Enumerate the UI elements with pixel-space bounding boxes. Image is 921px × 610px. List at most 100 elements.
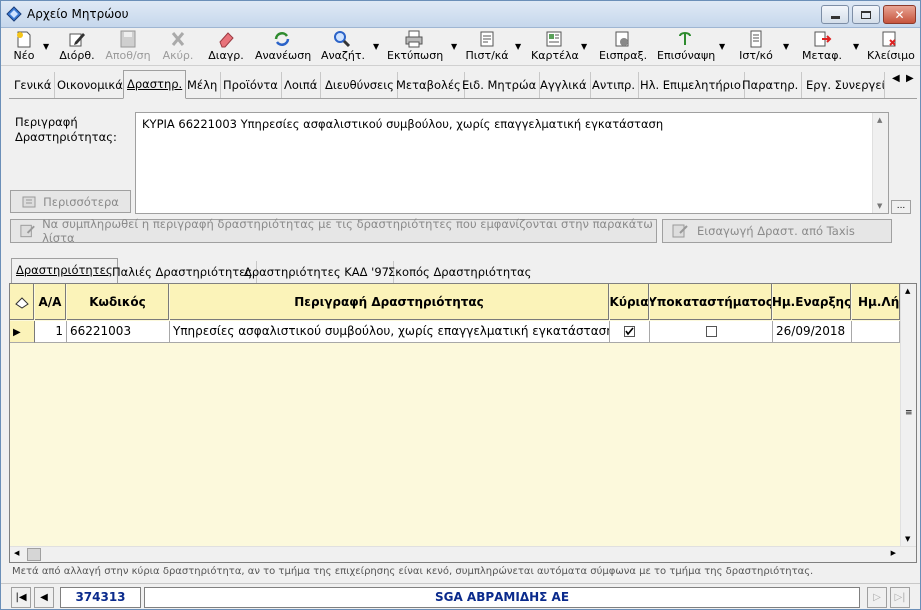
first-record-icon: |◀	[15, 592, 27, 603]
grid-horizontal-thumb[interactable]	[27, 548, 41, 561]
grid-scroll-down-icon[interactable]: ▼	[905, 535, 910, 543]
minimize-button[interactable]	[821, 5, 849, 24]
main-activity-checkbox[interactable]	[624, 326, 635, 337]
edit-button[interactable]: Διόρθ.	[59, 28, 95, 65]
tab-addresses[interactable]: Διευθύνσεις	[322, 72, 398, 98]
transfer-dropdown-icon[interactable]: ▼	[853, 42, 859, 51]
save-button[interactable]: Αποθ/ση	[105, 28, 151, 65]
tab-old-activities[interactable]: Παλιές Δραστηριότητες	[108, 261, 258, 283]
print-button[interactable]: Εκτύπωση	[387, 28, 443, 65]
row-indicator[interactable]: ▶	[10, 321, 35, 343]
grid-corner[interactable]	[10, 284, 34, 320]
history-icon	[750, 30, 762, 48]
cell-description[interactable]: Υπηρεσίες ασφαλιστικού συμβούλου, χωρίς …	[170, 321, 610, 343]
maximize-button[interactable]	[852, 5, 880, 24]
next-record-icon: ▷	[873, 592, 881, 603]
search-icon	[334, 31, 351, 48]
column-header-branch[interactable]: Υποκαταστήματος	[650, 284, 772, 320]
tab-kad97-activities[interactable]: Δραστηριότητες ΚΑΔ '97	[240, 261, 394, 283]
cell-aa[interactable]: 1	[35, 321, 67, 343]
cell-branch[interactable]	[650, 321, 773, 343]
tab-workshops[interactable]: Εργ. Συνεργεί	[803, 72, 885, 98]
column-header-description[interactable]: Περιγραφή Δραστηριότητας	[170, 284, 609, 320]
tab-general[interactable]: Γενικά	[11, 72, 56, 98]
tab-products[interactable]: Προϊόντα	[220, 72, 282, 98]
search-button[interactable]: Αναζήτ.	[321, 28, 365, 65]
tab-representatives[interactable]: Αντιπρ.	[589, 72, 639, 98]
tab-english[interactable]: Αγγλικά	[537, 72, 591, 98]
import-from-taxis-button[interactable]: Εισαγωγή Δραστ. από Taxis	[662, 219, 892, 243]
new-dropdown-icon[interactable]: ▼	[43, 42, 49, 51]
fill-description-button[interactable]: Να συμπληρωθεί η περιγραφή δραστηριότητα…	[10, 217, 657, 245]
cell-end-date[interactable]	[852, 321, 900, 343]
first-record-button[interactable]: |◀	[11, 587, 31, 608]
column-header-end-date[interactable]: Ημ.Λήξ	[852, 284, 900, 320]
refresh-button[interactable]: Ανανέωση	[255, 28, 311, 65]
close-icon	[882, 31, 896, 47]
card-dropdown-icon[interactable]: ▼	[581, 42, 587, 51]
description-ellipsis-button[interactable]: ...	[891, 200, 911, 214]
certificate-icon	[480, 31, 494, 47]
cell-main[interactable]	[610, 321, 650, 343]
tab-remarks[interactable]: Παρατηρ.	[739, 72, 803, 98]
tab-special-registers[interactable]: Ειδ. Μητρώα	[459, 72, 541, 98]
tab-activity-purpose[interactable]: Σκοπός Δραστηριότητας	[384, 261, 535, 283]
tab-current-activities[interactable]: Δραστηριότητες	[11, 258, 118, 283]
cancel-button[interactable]: Ακύρ.	[161, 28, 195, 65]
activity-description-textarea[interactable]: ΚΥΡΙΑ 66221003 Υπηρεσίες ασφαλιστικού συ…	[135, 112, 889, 214]
tab-scroll-right-icon[interactable]: ▶	[906, 73, 914, 84]
close-window-button[interactable]: ✕	[883, 5, 916, 24]
column-header-main[interactable]: Κύρια	[610, 284, 649, 320]
close-button[interactable]: Κλείσιμο	[867, 28, 915, 65]
certificates-dropdown-icon[interactable]: ▼	[515, 42, 521, 51]
delete-button[interactable]: Διαγρ.	[207, 28, 245, 65]
more-button[interactable]: Περισσότερα	[10, 190, 131, 213]
column-header-start-date[interactable]: Ημ.Εναρξης	[773, 284, 851, 320]
tab-other[interactable]: Λοιπά	[281, 72, 322, 98]
search-dropdown-icon[interactable]: ▼	[373, 42, 379, 51]
tab-members[interactable]: Μέλη	[184, 72, 222, 98]
tab-changes[interactable]: Μεταβολές	[393, 72, 465, 98]
scroll-up-icon[interactable]: ▲	[877, 116, 882, 124]
grid-scroll-middle-icon[interactable]: ≡	[905, 408, 913, 418]
print-dropdown-icon[interactable]: ▼	[451, 42, 457, 51]
new-icon	[17, 31, 31, 48]
column-header-code[interactable]: Κωδικός	[67, 284, 169, 320]
tab-scroll-left-icon[interactable]: ◀	[892, 73, 900, 84]
grid-scroll-up-icon[interactable]: ▲	[905, 287, 910, 295]
column-header-aa[interactable]: Α/Α	[35, 284, 66, 320]
save-icon	[120, 30, 136, 48]
card-button[interactable]: Καρτέλα	[531, 28, 579, 65]
new-button[interactable]: Νέο	[9, 28, 39, 65]
description-scrollbar[interactable]: ▲ ▼	[872, 113, 888, 213]
attach-button[interactable]: Επισύναψη	[657, 28, 715, 65]
grid-scroll-right-icon[interactable]: ▶	[891, 549, 896, 557]
maximize-icon	[861, 10, 871, 19]
branch-checkbox[interactable]	[705, 326, 717, 337]
history-button[interactable]: Ιστ/κό	[737, 28, 775, 65]
close-x-icon: ✕	[894, 7, 905, 22]
tab-chamber[interactable]: Ηλ. Επιμελητήριο	[637, 72, 745, 98]
record-name: SGA ΑΒΡΑΜΙΔΗΣ ΑΕ	[144, 587, 860, 608]
collections-button[interactable]: Εισπραξ.	[599, 28, 647, 65]
transfer-button[interactable]: Μεταφ.	[801, 28, 843, 65]
tab-activities[interactable]: Δραστηρ.	[123, 70, 187, 99]
cell-start-date[interactable]: 26/09/2018	[773, 321, 852, 343]
grid-horizontal-scrollbar[interactable]: ◀ ▶	[10, 546, 916, 562]
main-tabs: Γενικά Οικονομικά Δραστηρ. Μέλη Προϊόντα…	[9, 69, 917, 99]
cell-code[interactable]: 66221003	[67, 321, 170, 343]
last-record-button[interactable]: ▷|	[890, 587, 910, 608]
previous-record-button[interactable]: ◀	[34, 587, 54, 608]
check-mark-icon	[625, 327, 634, 336]
history-dropdown-icon[interactable]: ▼	[783, 42, 789, 51]
activities-grid: Α/Α Κωδικός Περιγραφή Δραστηριότητας Κύρ…	[9, 283, 917, 563]
tab-financial[interactable]: Οικονομικά	[54, 72, 127, 98]
scroll-down-icon[interactable]: ▼	[877, 202, 882, 210]
current-row-icon: ▶	[13, 327, 21, 338]
certificates-button[interactable]: Πιστ/κά	[465, 28, 509, 65]
attach-dropdown-icon[interactable]: ▼	[719, 42, 725, 51]
next-record-button[interactable]: ▷	[867, 587, 887, 608]
grid-vertical-scrollbar[interactable]: ▲ ≡ ▼	[900, 284, 916, 546]
title-bar: Αρχείο Μητρώου ✕	[1, 1, 920, 28]
grid-scroll-left-icon[interactable]: ◀	[14, 549, 19, 557]
